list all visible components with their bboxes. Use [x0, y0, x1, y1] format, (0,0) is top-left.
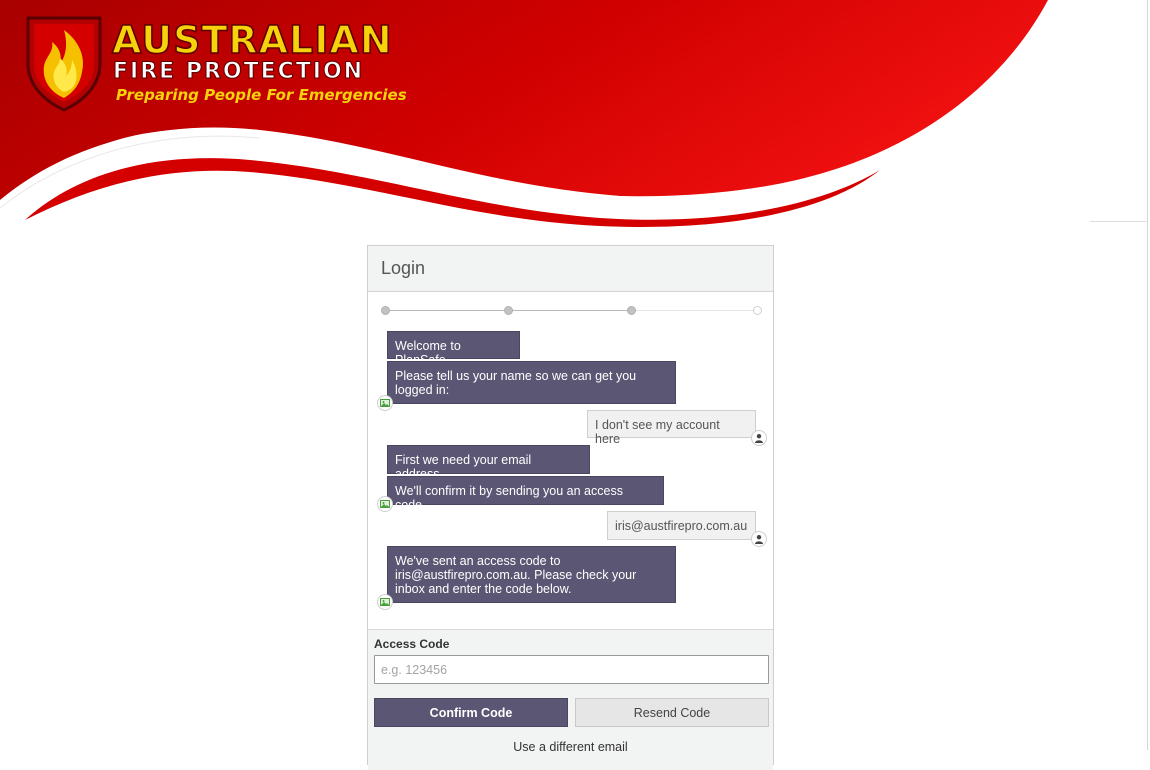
header-banner: AUSTRALIAN FIRE PROTECTION Preparing Peo… [0, 0, 1150, 230]
progress-stepper [368, 304, 773, 318]
access-code-input[interactable] [374, 655, 769, 684]
login-panel: Login Welcome to PlanSafe Please tell us… [367, 245, 774, 770]
access-code-section: Access Code Confirm Code Resend Code Use… [368, 629, 773, 770]
login-header: Login [368, 246, 773, 292]
step-dot-1 [381, 306, 390, 315]
resend-code-button[interactable]: Resend Code [575, 698, 769, 727]
bot-message: We've sent an access code to iris@austfi… [387, 546, 676, 603]
use-different-email-link[interactable]: Use a different email [368, 740, 773, 754]
bot-message: Please tell us your name so we can get y… [387, 361, 676, 404]
user-icon [751, 531, 767, 547]
bot-message: Welcome to PlanSafe [387, 331, 520, 367]
step-dot-3 [627, 306, 636, 315]
user-message: I don't see my account here [587, 410, 756, 446]
stepper-line [385, 310, 508, 311]
stepper-line [631, 310, 757, 311]
flame-shield-icon [26, 16, 102, 112]
user-message: iris@austfirepro.com.au [607, 511, 756, 540]
bot-message: We'll confirm it by sending you an acces… [387, 476, 664, 512]
access-code-label: Access Code [374, 637, 450, 651]
login-title: Login [381, 258, 426, 278]
step-dot-2 [504, 306, 513, 315]
confirm-code-button[interactable]: Confirm Code [374, 698, 568, 727]
brand-line1: AUSTRALIAN [111, 18, 393, 62]
bot-message: First we need your email address. [387, 445, 590, 481]
stepper-line [508, 310, 631, 311]
right-divider [1090, 221, 1147, 222]
user-icon [751, 430, 767, 446]
chat-bot-icon [377, 594, 393, 610]
right-border [1147, 0, 1148, 750]
brand-tagline: Preparing People For Emergencies [116, 86, 407, 104]
brand-line2: FIRE PROTECTION [112, 59, 365, 84]
step-dot-4 [753, 306, 762, 315]
chat-bot-icon [377, 395, 393, 411]
chat-bot-icon [377, 496, 393, 512]
